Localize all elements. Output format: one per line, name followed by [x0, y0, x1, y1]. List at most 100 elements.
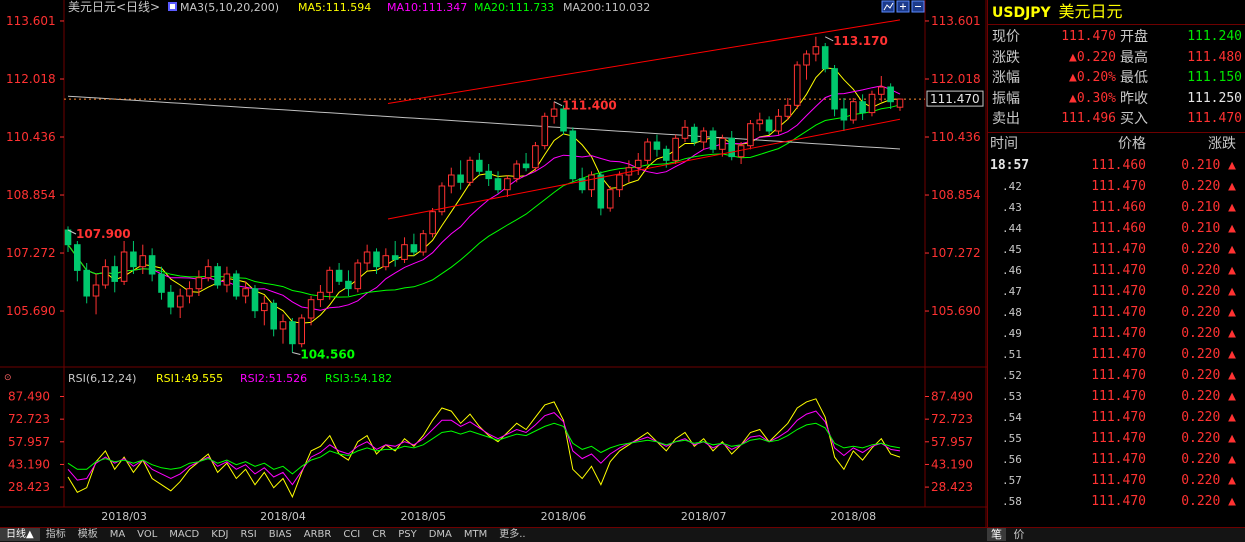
- tick-change: 0.220 ▲: [1150, 176, 1240, 197]
- date-label: 2018/03: [101, 510, 147, 523]
- bottom-tab[interactable]: VOL: [131, 528, 163, 541]
- candle-body: [391, 255, 399, 260]
- quote-l1: 涨幅: [992, 70, 1020, 86]
- candle-body: [784, 104, 792, 117]
- quote-l1: 涨跌: [992, 49, 1020, 66]
- tick-time: .48: [1002, 305, 1022, 319]
- zoom-in-icon[interactable]: [896, 0, 910, 13]
- price-tick-label-right: 113.601: [931, 14, 981, 28]
- tick-table-header: 时间 价格 涨跌: [988, 133, 1245, 155]
- ma-selector-icon[interactable]: [168, 2, 177, 11]
- tick-price: 111.470: [1091, 178, 1146, 194]
- tick-price: 111.470: [1091, 493, 1146, 509]
- tick-price: 111.470: [1091, 262, 1146, 278]
- tick-header-change: 涨跌: [1208, 135, 1236, 152]
- bottom-tab[interactable]: BIAS: [263, 528, 298, 541]
- price-tick-label-right: 112.018: [931, 72, 981, 86]
- up-arrow-icon: ▲: [1220, 199, 1236, 215]
- up-arrow-icon: ▲: [1220, 262, 1236, 278]
- candle-body: [821, 46, 829, 70]
- date-label: 2018/05: [400, 510, 446, 523]
- tick-change-value: 0.220: [1181, 325, 1221, 341]
- price-tab[interactable]: 价: [1010, 528, 1029, 541]
- bottom-tab[interactable]: CR: [366, 528, 392, 541]
- tick-row: .43 111.460 0.210 ▲: [988, 197, 1245, 218]
- candle-body: [279, 321, 287, 330]
- tick-change: 0.210 ▲: [1150, 197, 1240, 218]
- candle-body: [130, 251, 137, 268]
- rsi2-value: RSI2:51.526: [240, 372, 307, 385]
- price-tick-label-right: 108.854: [931, 188, 981, 202]
- rsi-tick-label-left: 43.190: [8, 457, 50, 471]
- tick-price: 111.470: [1091, 451, 1146, 467]
- price-tick-label-left: 105.690: [6, 304, 56, 318]
- up-arrow-icon: ▲: [1220, 220, 1236, 236]
- tick-change-value: 0.220: [1181, 304, 1221, 320]
- candle-body: [167, 291, 175, 308]
- candle-body: [541, 115, 549, 147]
- tick-change-value: 0.220: [1181, 178, 1221, 194]
- chart-area[interactable]: 美元日元<日线> MA3(5,10,20,200) MA5:111.594 MA…: [0, 0, 987, 527]
- bottom-tab[interactable]: DMA: [423, 528, 458, 541]
- zoom-out-icon[interactable]: [911, 0, 925, 13]
- candle-body: [812, 46, 820, 55]
- candle-body: [176, 295, 184, 308]
- bottom-tab[interactable]: 模板: [72, 528, 104, 541]
- quote-l1: 现价: [992, 29, 1020, 45]
- bottom-tab[interactable]: PSY: [392, 528, 423, 541]
- trades-tab[interactable]: 笔: [987, 528, 1006, 541]
- candle-body: [139, 255, 147, 268]
- chart-type-icon[interactable]: [881, 0, 895, 13]
- candle-body: [429, 211, 436, 235]
- candle-body: [522, 163, 530, 169]
- candle-body: [737, 145, 745, 158]
- candle-body: [681, 126, 689, 139]
- extreme-annotation: 111.400: [562, 99, 617, 113]
- extreme-annotation: 107.900: [76, 227, 131, 241]
- tick-price: 111.470: [1091, 325, 1146, 341]
- candle-body: [663, 148, 670, 161]
- quote-name: 美元日元: [1058, 2, 1123, 21]
- tick-change: 0.220 ▲: [1150, 239, 1240, 260]
- rsi-settings-icon[interactable]: ⊙: [4, 373, 12, 383]
- candle-body: [251, 288, 259, 312]
- bottom-tab[interactable]: 更多..: [493, 528, 531, 541]
- candle-body: [840, 108, 848, 121]
- extreme-annotation: 104.560: [300, 347, 355, 361]
- tick-price: 111.460: [1091, 157, 1146, 173]
- candle-body: [373, 251, 380, 268]
- bottom-tab[interactable]: 日线▲: [0, 528, 40, 541]
- tick-change-value: 0.220: [1181, 241, 1221, 257]
- bottom-tab[interactable]: KDJ: [205, 528, 234, 541]
- tick-price: 111.470: [1091, 388, 1146, 404]
- candle-body: [214, 266, 221, 286]
- quote-v1: ▲0.30%: [1069, 90, 1116, 106]
- candle-body: [448, 174, 455, 187]
- ma10-value: MA10:111.347: [387, 1, 467, 14]
- candle-body: [335, 269, 343, 282]
- bottom-tab[interactable]: MTM: [458, 528, 493, 541]
- bottom-tab[interactable]: RSI: [234, 528, 262, 541]
- tick-time: .52: [1002, 368, 1022, 382]
- candle-body: [672, 137, 679, 161]
- price-tick-label-right: 110.436: [931, 130, 981, 144]
- bottom-tab[interactable]: ARBR: [298, 528, 338, 541]
- tick-change-value: 0.210: [1181, 157, 1221, 173]
- bottom-tab[interactable]: CCI: [337, 528, 366, 541]
- tick-list[interactable]: 18:57 111.460 0.210 ▲ .42 111.470 0.220 ▲ .43 1…: [988, 155, 1245, 512]
- up-arrow-icon: ▲: [1220, 325, 1236, 341]
- tick-change: 0.220 ▲: [1150, 281, 1240, 302]
- tick-row: .42 111.470 0.220 ▲: [988, 176, 1245, 197]
- candle-body: [793, 64, 801, 106]
- bottom-tab[interactable]: MA: [104, 528, 131, 541]
- tick-change: 0.210 ▲: [1150, 155, 1240, 176]
- candle-body: [513, 163, 521, 180]
- date-label: 2018/04: [260, 510, 306, 523]
- tick-time: .57: [1002, 473, 1022, 487]
- rsi-tick-label-left: 72.723: [8, 412, 50, 426]
- quote-v1: ▲0.20%: [1069, 70, 1116, 85]
- bottom-tab[interactable]: MACD: [163, 528, 205, 541]
- candle-body: [298, 317, 305, 345]
- tick-price: 111.470: [1091, 241, 1146, 257]
- bottom-tab[interactable]: 指标: [40, 528, 72, 541]
